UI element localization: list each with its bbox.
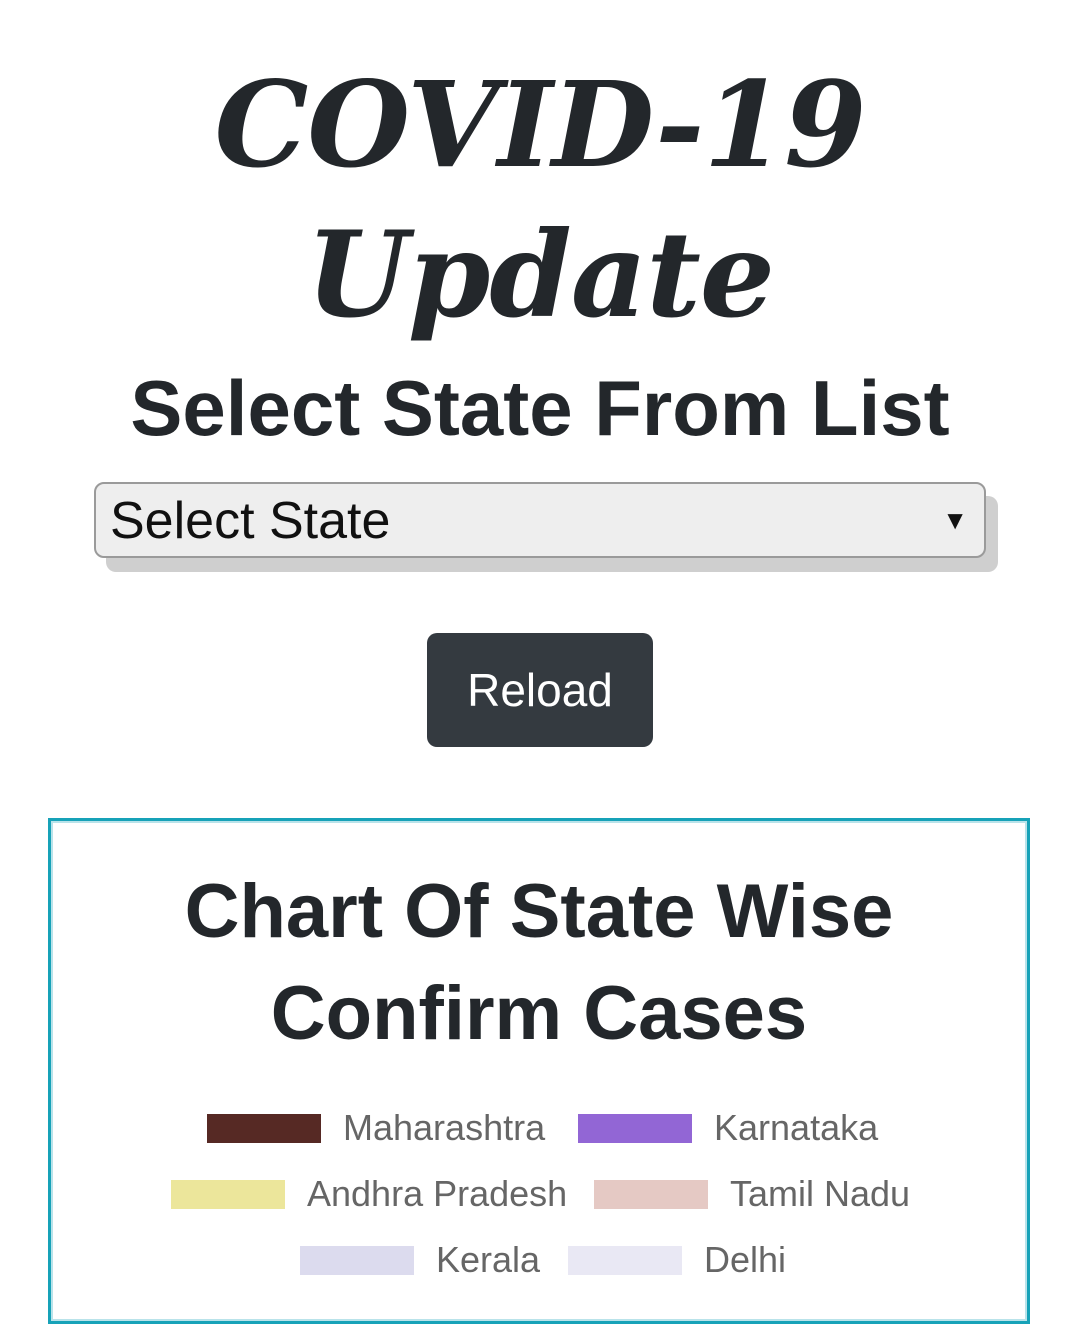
dropdown-triangle-icon: ▼: [942, 505, 968, 535]
legend-label: Karnataka: [714, 1107, 879, 1148]
chart-title: Chart Of State Wise Confirm Cases: [184, 869, 894, 1056]
legend-swatch: [578, 1114, 692, 1143]
legend-label: Maharashtra: [343, 1107, 546, 1148]
legend-swatch: [568, 1246, 682, 1275]
reload-button[interactable]: Reload: [427, 633, 653, 747]
app-title: COVID-19 Update: [214, 55, 866, 344]
legend-label: Kerala: [436, 1239, 541, 1280]
legend-label: Andhra Pradesh: [307, 1173, 568, 1214]
state-select[interactable]: Select State ▼: [94, 482, 986, 558]
legend-swatch: [171, 1180, 285, 1209]
legend-label: Tamil Nadu: [730, 1173, 911, 1214]
legend-swatch: [594, 1180, 708, 1209]
legend-swatch: [300, 1246, 414, 1275]
legend-label: Delhi: [704, 1239, 787, 1280]
legend-swatch: [207, 1114, 321, 1143]
select-state-heading: Select State From List: [130, 364, 950, 452]
chart-card: Chart Of State Wise Confirm Cases Mahara…: [48, 818, 1030, 1324]
state-select-wrapper: Select State ▼: [94, 482, 998, 572]
state-select-value: Select State: [110, 492, 391, 550]
